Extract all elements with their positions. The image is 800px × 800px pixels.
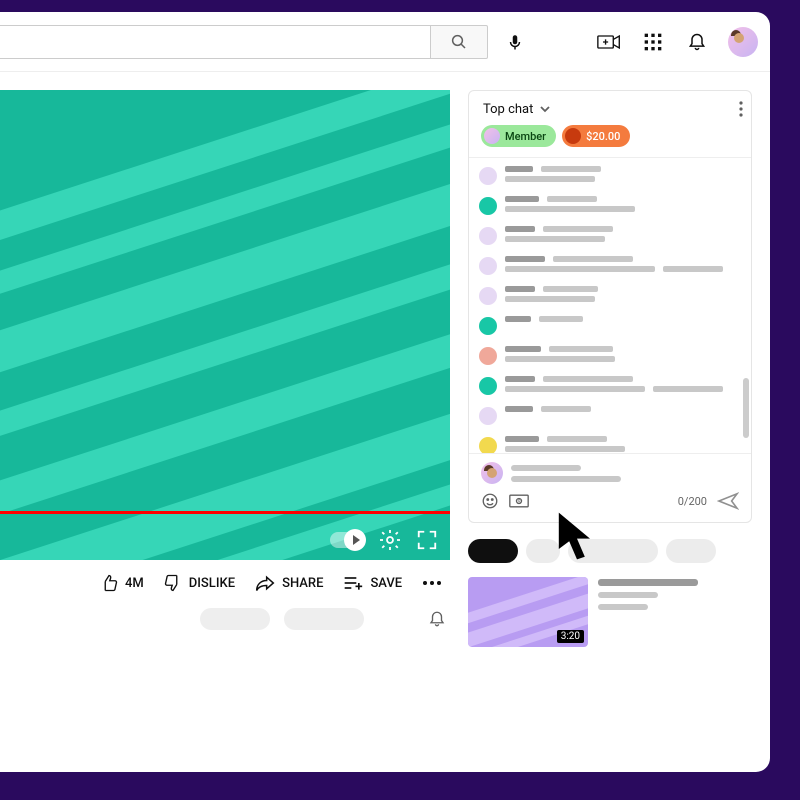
chip-all[interactable] — [468, 539, 518, 563]
search-icon — [450, 33, 468, 51]
like-button[interactable]: 4M — [100, 574, 144, 592]
member-badge-label: Member — [505, 130, 546, 143]
save-button[interactable]: SAVE — [343, 575, 402, 591]
video-progress-bar[interactable] — [0, 511, 450, 514]
chat-avatar — [479, 227, 497, 245]
chat-message — [479, 166, 745, 185]
send-icon[interactable] — [717, 492, 739, 510]
thumb-down-icon — [164, 574, 182, 592]
share-label: SHARE — [282, 576, 323, 591]
superchat-amount: $20.00 — [586, 130, 620, 143]
chat-message — [479, 316, 745, 335]
notifications-button[interactable] — [684, 29, 710, 55]
superchat-badge[interactable]: $20.00 — [562, 125, 630, 147]
sidebar-column: Top chat Member $2 — [468, 90, 752, 647]
voice-search-button[interactable] — [496, 23, 534, 61]
chat-avatar — [479, 407, 497, 425]
chat-message — [479, 256, 745, 275]
channel-row — [0, 602, 450, 630]
chat-avatar — [479, 317, 497, 335]
chat-messages-list[interactable] — [469, 157, 751, 453]
search-input[interactable] — [0, 25, 430, 59]
bell-icon — [687, 31, 707, 53]
search-wrap — [0, 23, 534, 61]
chat-avatar — [479, 287, 497, 305]
chat-header: Top chat — [469, 91, 751, 125]
save-label: SAVE — [370, 576, 402, 591]
topbar — [0, 12, 770, 72]
topbar-actions — [596, 27, 758, 57]
filter-chips — [468, 539, 752, 563]
video-column: 4M DISLIKE SHARE — [0, 90, 450, 647]
player-controls — [330, 528, 438, 552]
chat-avatar — [479, 377, 497, 395]
char-counter: 0/200 — [678, 495, 707, 508]
share-icon — [255, 574, 275, 592]
chevron-down-icon[interactable] — [539, 103, 551, 115]
recommendations: 3:20 — [468, 539, 752, 647]
svg-text:$: $ — [517, 499, 520, 506]
chat-message — [479, 376, 745, 395]
video-actions: 4M DISLIKE SHARE — [0, 560, 450, 602]
chat-message — [479, 226, 745, 245]
chat-avatar — [479, 437, 497, 453]
thumb-up-icon — [100, 574, 118, 592]
recommended-thumbnail: 3:20 — [468, 577, 588, 647]
share-button[interactable]: SHARE — [255, 574, 323, 592]
fullscreen-icon[interactable] — [416, 529, 438, 551]
member-badge[interactable]: Member — [481, 125, 556, 147]
emoji-icon[interactable] — [481, 492, 499, 510]
like-count: 4M — [125, 576, 144, 591]
create-video-icon — [597, 33, 621, 51]
bell-icon[interactable] — [428, 609, 446, 629]
chat-message — [479, 346, 745, 365]
compose-avatar — [481, 462, 503, 484]
channel-pill-placeholder — [200, 608, 270, 630]
playlist-add-icon — [343, 575, 363, 591]
apps-grid-icon — [643, 32, 663, 52]
chat-avatar — [479, 167, 497, 185]
more-actions-button[interactable] — [422, 580, 442, 586]
dislike-label: DISLIKE — [189, 576, 235, 591]
chat-compose: $ 0/200 — [469, 453, 751, 522]
video-duration: 3:20 — [557, 630, 584, 643]
play-icon — [353, 535, 360, 545]
app-window: 4M DISLIKE SHARE — [0, 12, 770, 772]
search-button[interactable] — [430, 25, 488, 59]
superchat-avatar-icon — [565, 128, 581, 144]
scrollbar-thumb[interactable] — [743, 378, 749, 438]
chat-message — [479, 406, 745, 425]
chat-avatar — [479, 197, 497, 215]
chat-avatar — [479, 347, 497, 365]
subscribe-pill-placeholder[interactable] — [284, 608, 364, 630]
more-vertical-icon[interactable] — [739, 101, 743, 117]
chat-avatar — [479, 257, 497, 275]
compose-input-placeholder[interactable] — [511, 476, 621, 482]
chat-ticker: Member $20.00 — [469, 125, 751, 157]
live-chat-panel: Top chat Member $2 — [468, 90, 752, 523]
user-avatar[interactable] — [728, 27, 758, 57]
more-horizontal-icon — [422, 580, 442, 586]
mic-icon — [506, 31, 524, 53]
compose-username-placeholder — [511, 465, 581, 471]
superchat-money-icon[interactable]: $ — [509, 494, 529, 508]
recommended-video[interactable]: 3:20 — [468, 577, 752, 647]
apps-button[interactable] — [640, 29, 666, 55]
chat-message — [479, 286, 745, 305]
settings-icon[interactable] — [378, 528, 402, 552]
cursor-icon — [555, 510, 599, 562]
create-button[interactable] — [596, 29, 622, 55]
autoplay-toggle[interactable] — [330, 532, 364, 548]
chat-message — [479, 436, 745, 453]
chat-mode-label[interactable]: Top chat — [483, 102, 533, 117]
recommended-meta — [598, 577, 698, 647]
dislike-button[interactable]: DISLIKE — [164, 574, 235, 592]
chip-4[interactable] — [666, 539, 716, 563]
video-player[interactable] — [0, 90, 450, 560]
member-avatar-icon — [484, 128, 500, 144]
chat-message — [479, 196, 745, 215]
main-content: 4M DISLIKE SHARE — [0, 72, 770, 647]
